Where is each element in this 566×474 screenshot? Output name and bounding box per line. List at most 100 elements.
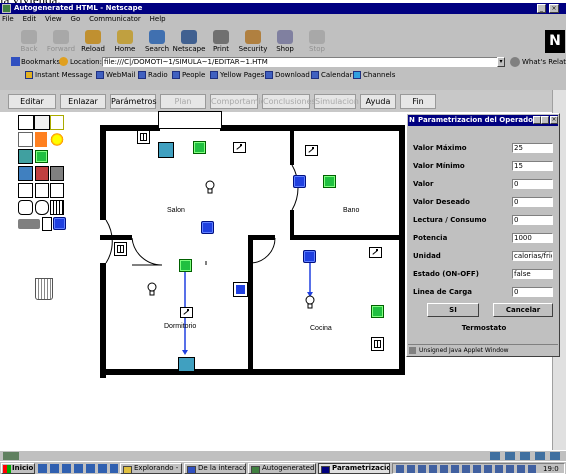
whats-related-button[interactable]: What's Related bbox=[522, 56, 566, 68]
computer-icon[interactable] bbox=[178, 357, 195, 372]
switch-icon[interactable] bbox=[305, 145, 318, 156]
field-input[interactable]: calorias/frigor bbox=[512, 251, 553, 261]
switch-icon[interactable] bbox=[233, 142, 246, 153]
component-bar-icons[interactable] bbox=[490, 452, 560, 460]
palette-sensor-icon[interactable] bbox=[35, 150, 48, 163]
switch-icon[interactable] bbox=[369, 247, 382, 258]
applet-button-conclusiones[interactable]: Conclusiones bbox=[262, 94, 316, 109]
minimize-button[interactable]: _ bbox=[537, 4, 546, 13]
palette-door-icon[interactable] bbox=[34, 115, 50, 130]
url-dropdown-button[interactable]: ▾ bbox=[497, 57, 505, 67]
toolbar-shop-button[interactable]: Shop bbox=[268, 30, 302, 54]
light-bulb-icon[interactable] bbox=[205, 180, 215, 194]
thermostat-icon[interactable] bbox=[179, 259, 192, 272]
palette-plug-icon[interactable] bbox=[18, 200, 33, 215]
sensor-icon[interactable] bbox=[371, 305, 384, 318]
palette-key-icon[interactable] bbox=[18, 219, 40, 229]
task-explorando[interactable]: Explorando - simulador bbox=[120, 463, 182, 474]
palette-meter-icon[interactable] bbox=[42, 217, 52, 231]
field-input[interactable]: 0 bbox=[512, 215, 553, 225]
toolbar-stop-button[interactable]: Stop bbox=[300, 30, 334, 54]
toolbar-back-button[interactable]: Back bbox=[12, 30, 46, 54]
menu-help[interactable]: Help bbox=[150, 15, 166, 23]
bookmarks-button[interactable]: Bookmarks bbox=[21, 56, 60, 68]
dialog-minimize-button[interactable] bbox=[533, 116, 541, 124]
task-autogenerated[interactable]: Autogenerated HTML -... bbox=[248, 463, 316, 474]
field-input[interactable]: false bbox=[512, 269, 553, 279]
field-input[interactable]: 25 bbox=[512, 143, 553, 153]
toolbar-print-button[interactable]: Print bbox=[204, 30, 238, 54]
toolbar-reload-button[interactable]: Reload bbox=[76, 30, 110, 54]
toolbar-security-button[interactable]: Security bbox=[236, 30, 270, 54]
actuator-icon[interactable] bbox=[293, 175, 306, 188]
computer-icon[interactable] bbox=[158, 142, 174, 158]
field-input[interactable]: 15 bbox=[512, 161, 553, 171]
menu-communicator[interactable]: Communicator bbox=[89, 15, 141, 23]
palette-sofa-icon[interactable] bbox=[18, 115, 34, 130]
trash-icon[interactable] bbox=[35, 278, 53, 300]
personal-download[interactable]: Download bbox=[264, 70, 310, 81]
field-input[interactable]: 0 bbox=[512, 287, 553, 297]
menu-edit[interactable]: Edit bbox=[23, 15, 37, 23]
radiator-icon[interactable] bbox=[371, 337, 384, 351]
applet-button-simulacion[interactable]: Simulacion bbox=[314, 94, 359, 109]
toolbar-forward-button[interactable]: Forward bbox=[44, 30, 78, 54]
palette-speaker-icon[interactable] bbox=[18, 132, 33, 147]
dialog-close-button[interactable]: × bbox=[550, 116, 558, 124]
ok-button[interactable]: SI bbox=[427, 303, 479, 317]
applet-button-editar[interactable]: Editar bbox=[8, 94, 56, 109]
menu-view[interactable]: View bbox=[45, 15, 62, 23]
palette-stove-icon[interactable] bbox=[50, 166, 64, 181]
menu-file[interactable]: File bbox=[2, 15, 14, 23]
palette-switch-icon[interactable] bbox=[50, 149, 64, 164]
task-parametrizacion[interactable]: Parametrizacion d... bbox=[318, 463, 390, 474]
palette-oven-icon[interactable] bbox=[35, 183, 49, 198]
palette-sun-icon[interactable] bbox=[50, 132, 64, 147]
applet-button-plan[interactable]: Plan bbox=[160, 94, 206, 109]
personal-channels[interactable]: Channels bbox=[352, 70, 395, 81]
light-bulb-icon[interactable] bbox=[147, 282, 157, 296]
palette-computer-icon[interactable] bbox=[18, 149, 33, 164]
switch-icon[interactable] bbox=[180, 307, 193, 318]
applet-button-fin[interactable]: Fin bbox=[400, 94, 436, 109]
dialog-maximize-button[interactable] bbox=[541, 116, 549, 124]
palette-fridge-icon[interactable] bbox=[18, 183, 33, 198]
field-input[interactable]: 1000 bbox=[512, 233, 553, 243]
light-bulb-icon[interactable] bbox=[305, 295, 315, 309]
task-interaccion[interactable]: De la interacción direct... bbox=[184, 463, 246, 474]
personal-instant-message[interactable]: Instant Message bbox=[24, 70, 92, 81]
personal-people[interactable]: People bbox=[171, 70, 205, 81]
palette-heater-icon[interactable] bbox=[50, 183, 64, 198]
sensor-icon[interactable] bbox=[323, 175, 336, 188]
radiator-icon[interactable] bbox=[137, 130, 150, 144]
palette-actuator-icon[interactable] bbox=[53, 217, 66, 230]
applet-button-enlazar[interactable]: Enlazar bbox=[60, 94, 106, 109]
actuator-icon[interactable] bbox=[201, 221, 214, 234]
url-input[interactable]: file:///C|/DOMOTI~1/SIMULA~1/EDITAR~1.HT… bbox=[102, 57, 503, 67]
cancel-button[interactable]: Cancelar bbox=[493, 303, 553, 317]
palette-radiator-icon[interactable] bbox=[50, 200, 64, 215]
personal-calendar[interactable]: Calendar bbox=[310, 70, 352, 81]
palette-panel-icon[interactable] bbox=[18, 166, 33, 181]
palette-person-icon[interactable] bbox=[35, 132, 47, 147]
start-button[interactable]: Inicio bbox=[1, 463, 35, 474]
menu-go[interactable]: Go bbox=[71, 15, 81, 23]
applet-button-comportamiento[interactable]: Comportamiento bbox=[210, 94, 279, 109]
radiator-icon[interactable] bbox=[114, 242, 127, 256]
personal-radio[interactable]: Radio bbox=[137, 70, 168, 81]
palette-tv-icon[interactable] bbox=[35, 166, 49, 181]
actuator-icon[interactable] bbox=[303, 250, 316, 263]
actuator-icon[interactable] bbox=[233, 282, 248, 297]
personal-yellow-pages[interactable]: Yellow Pages bbox=[209, 70, 264, 81]
toolbar-home-button[interactable]: Home bbox=[108, 30, 142, 54]
personal-webmail[interactable]: WebMail bbox=[95, 70, 135, 81]
palette-bulb-icon[interactable] bbox=[35, 200, 49, 215]
field-input[interactable]: 0 bbox=[512, 179, 553, 189]
field-input[interactable]: 0 bbox=[512, 197, 553, 207]
close-button[interactable]: × bbox=[549, 4, 559, 13]
applet-button-ayuda[interactable]: Ayuda bbox=[360, 94, 396, 109]
tray-icons[interactable] bbox=[396, 465, 536, 473]
toolbar-search-button[interactable]: Search bbox=[140, 30, 174, 54]
sensor-icon[interactable] bbox=[193, 141, 206, 154]
applet-button-parmetros[interactable]: Parámetros bbox=[110, 94, 157, 109]
